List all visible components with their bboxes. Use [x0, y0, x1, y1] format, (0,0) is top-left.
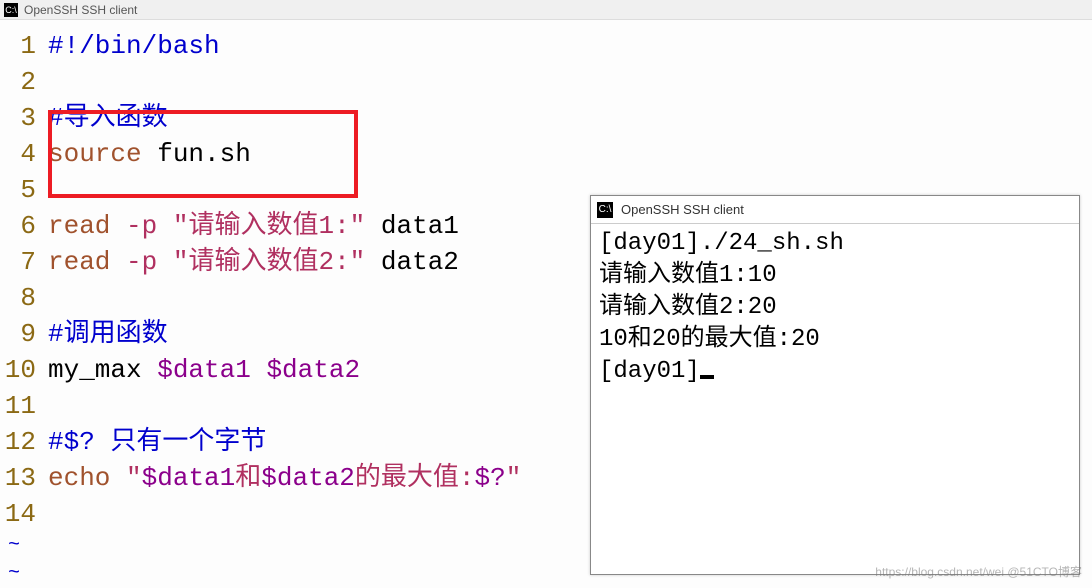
- line-number: 6: [0, 208, 48, 244]
- watermark: https://blog.csdn.net/wei @51CTO博客: [875, 563, 1082, 580]
- code-line[interactable]: 2: [0, 64, 1092, 100]
- terminal-title-text: OpenSSH SSH client: [621, 202, 744, 217]
- terminal-icon: C:\: [597, 202, 613, 218]
- line-number: 11: [0, 388, 48, 424]
- code-content[interactable]: #$? 只有一个字节: [48, 424, 266, 460]
- code-content[interactable]: echo "$data1和$data2的最大值:$?": [48, 460, 521, 496]
- line-number: 14: [0, 496, 48, 532]
- main-title-bar: C:\ OpenSSH SSH client: [0, 0, 1092, 20]
- line-number: 12: [0, 424, 48, 460]
- line-number: 5: [0, 172, 48, 208]
- terminal-line: [day01]: [599, 356, 1071, 388]
- terminal-icon: C:\: [4, 3, 18, 17]
- line-number: 7: [0, 244, 48, 280]
- code-line[interactable]: 4source fun.sh: [0, 136, 1092, 172]
- code-content[interactable]: #!/bin/bash: [48, 28, 220, 64]
- cursor: [700, 375, 714, 379]
- line-number: 13: [0, 460, 48, 496]
- code-line[interactable]: 3#导入函数: [0, 100, 1092, 136]
- code-content[interactable]: my_max $data1 $data2: [48, 352, 360, 388]
- code-content[interactable]: #导入函数: [48, 100, 168, 136]
- line-number: 3: [0, 100, 48, 136]
- terminal-window: C:\ OpenSSH SSH client [day01]./24_sh.sh…: [590, 195, 1080, 575]
- code-content[interactable]: read -p "请输入数值1:" data1: [48, 208, 459, 244]
- terminal-title-bar: C:\ OpenSSH SSH client: [591, 196, 1079, 224]
- line-number: 9: [0, 316, 48, 352]
- terminal-line: 10和20的最大值:20: [599, 324, 1071, 356]
- line-number: 8: [0, 280, 48, 316]
- line-number: 10: [0, 352, 48, 388]
- line-number: 4: [0, 136, 48, 172]
- line-number: 1: [0, 28, 48, 64]
- line-number: 2: [0, 64, 48, 100]
- terminal-output[interactable]: [day01]./24_sh.sh请输入数值1:10请输入数值2:2010和20…: [591, 224, 1079, 392]
- terminal-line: 请输入数值1:10: [599, 260, 1071, 292]
- code-line[interactable]: 1#!/bin/bash: [0, 28, 1092, 64]
- terminal-line: [day01]./24_sh.sh: [599, 228, 1071, 260]
- code-content[interactable]: #调用函数: [48, 316, 168, 352]
- code-content[interactable]: read -p "请输入数值2:" data2: [48, 244, 459, 280]
- terminal-line: 请输入数值2:20: [599, 292, 1071, 324]
- code-content[interactable]: source fun.sh: [48, 136, 251, 172]
- window-title: OpenSSH SSH client: [24, 3, 137, 17]
